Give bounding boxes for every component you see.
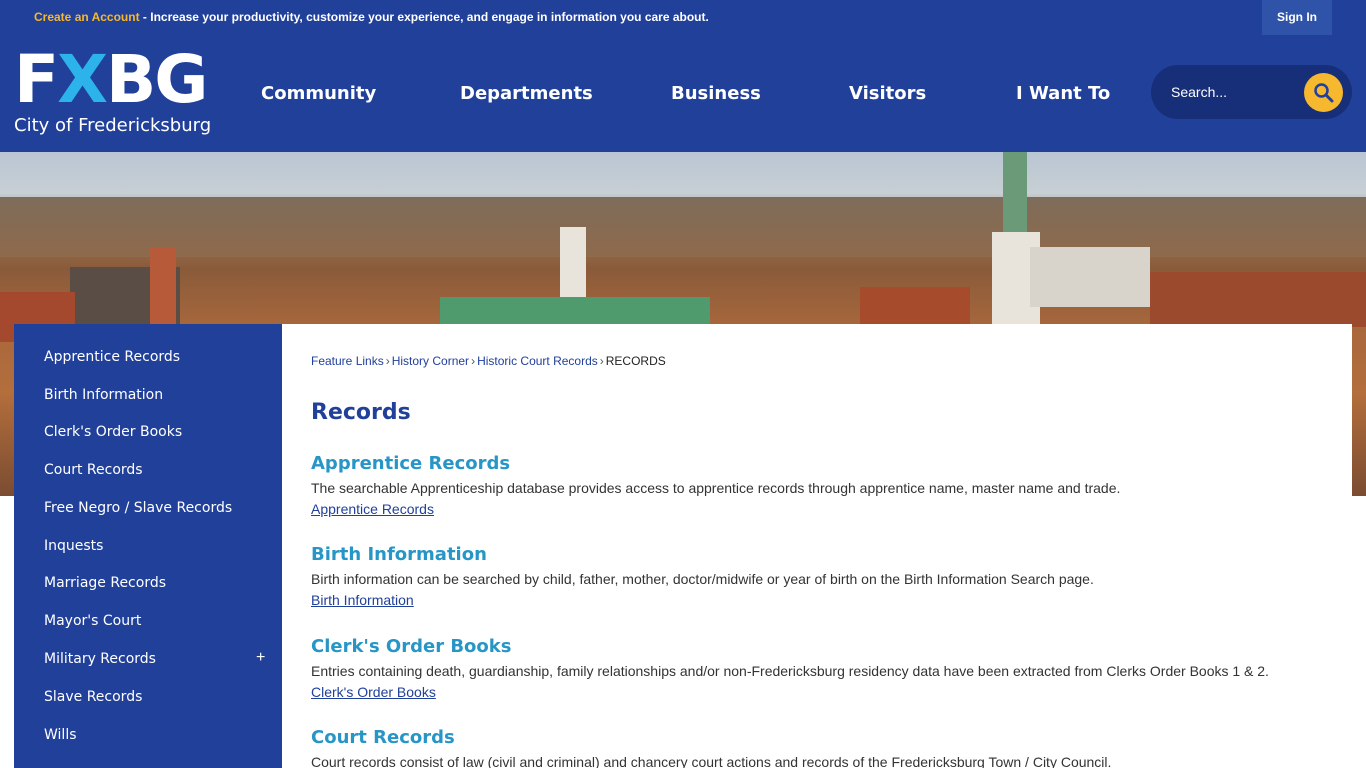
record-title: Clerk's Order Books	[311, 636, 512, 657]
logo-mark-x: X	[57, 41, 108, 118]
record-title: Birth Information	[311, 544, 487, 565]
brick-house	[860, 287, 970, 327]
record-description: Entries containing death, guardianship, …	[311, 663, 1269, 679]
steeple-spire	[1003, 152, 1027, 232]
breadcrumb-current: RECORDS	[605, 354, 666, 368]
breadcrumb-feature-links[interactable]: Feature Links	[311, 354, 384, 368]
search-box	[1151, 65, 1352, 119]
row-houses	[1150, 272, 1366, 327]
search-input[interactable]	[1171, 80, 1291, 104]
search-icon	[1314, 83, 1334, 103]
sidebar-item-court-records[interactable]: Court Records	[44, 462, 143, 478]
logo-mark: FXBG	[14, 47, 214, 113]
nav-business[interactable]: Business	[671, 83, 761, 104]
plus-icon[interactable]: +	[256, 649, 265, 667]
sidebar-item-military-records[interactable]: Military Records	[44, 651, 156, 667]
account-promo-text: - Increase your productivity, customize …	[139, 10, 709, 24]
record-title: Apprentice Records	[311, 453, 511, 474]
sidebar-item-clerks-order-books[interactable]: Clerk's Order Books	[44, 424, 182, 440]
page-title: Records	[311, 400, 411, 425]
record-description: The searchable Apprenticeship database p…	[311, 480, 1121, 496]
sidebar-item-slave-records[interactable]: Slave Records	[44, 689, 142, 705]
record-link[interactable]: Clerk's Order Books	[311, 684, 436, 700]
church-steeple	[150, 247, 176, 327]
main-content: Feature Links › History Corner › Historic Co…	[282, 324, 1352, 768]
logo-mark-f: F	[14, 41, 59, 118]
top-utility-bar: Create an Account - Increase your produc…	[0, 0, 1366, 35]
create-account-link[interactable]: Create an Account	[34, 10, 140, 24]
sidebar-item-apprentice-records[interactable]: Apprentice Records	[44, 349, 180, 365]
record-court-records: Court Records Court records consist of l…	[311, 727, 1341, 768]
record-link[interactable]: Apprentice Records	[311, 501, 434, 517]
white-building	[1030, 247, 1150, 307]
city-logo[interactable]: FXBG City of Fredericksburg	[14, 47, 214, 143]
sidebar-item-inquests[interactable]: Inquests	[44, 538, 103, 554]
nav-i-want-to[interactable]: I Want To	[1016, 83, 1110, 104]
sidebar-nav: Apprentice Records Birth Information Cle…	[14, 324, 282, 768]
breadcrumb-separator: ›	[471, 354, 476, 368]
nav-departments[interactable]: Departments	[460, 83, 593, 104]
sidebar-item-birth-information[interactable]: Birth Information	[44, 387, 163, 403]
record-description: Court records consist of law (civil and …	[311, 754, 1112, 768]
distant-treeline	[0, 197, 1366, 257]
green-roof	[440, 297, 710, 327]
account-promo: Create an Account - Increase your produc…	[34, 10, 709, 24]
breadcrumb-historic-court-records[interactable]: Historic Court Records	[477, 354, 598, 368]
sidebar-item-free-negro-slave-records[interactable]: Free Negro / Slave Records	[44, 500, 232, 516]
sidebar-item-mayors-court[interactable]: Mayor's Court	[44, 613, 141, 629]
breadcrumb-separator: ›	[599, 354, 604, 368]
nav-community[interactable]: Community	[261, 83, 376, 104]
sign-in-button[interactable]: Sign In	[1262, 0, 1332, 35]
sidebar-item-marriage-records[interactable]: Marriage Records	[44, 575, 166, 591]
record-title: Court Records	[311, 727, 455, 748]
nav-visitors[interactable]: Visitors	[849, 83, 926, 104]
breadcrumb: Feature Links › History Corner › Historic Co…	[311, 354, 666, 368]
sidebar-item-wills[interactable]: Wills	[44, 727, 77, 743]
breadcrumb-history-corner[interactable]: History Corner	[392, 354, 469, 368]
record-link[interactable]: Birth Information	[311, 592, 414, 608]
logo-mark-bg: BG	[105, 41, 208, 118]
record-description: Birth information can be searched by chi…	[311, 571, 1094, 587]
search-button[interactable]	[1304, 73, 1343, 112]
site-header: FXBG City of Fredericksburg Community De…	[0, 35, 1366, 152]
breadcrumb-separator: ›	[385, 354, 390, 368]
record-birth: Birth Information Birth information can …	[311, 544, 1341, 610]
cupola-tower	[560, 227, 586, 297]
record-clerks-order-books: Clerk's Order Books Entries containing d…	[311, 636, 1341, 702]
record-apprentice: Apprentice Records The searchable Appren…	[311, 453, 1341, 519]
logo-city-name: City of Fredericksburg	[14, 115, 212, 136]
